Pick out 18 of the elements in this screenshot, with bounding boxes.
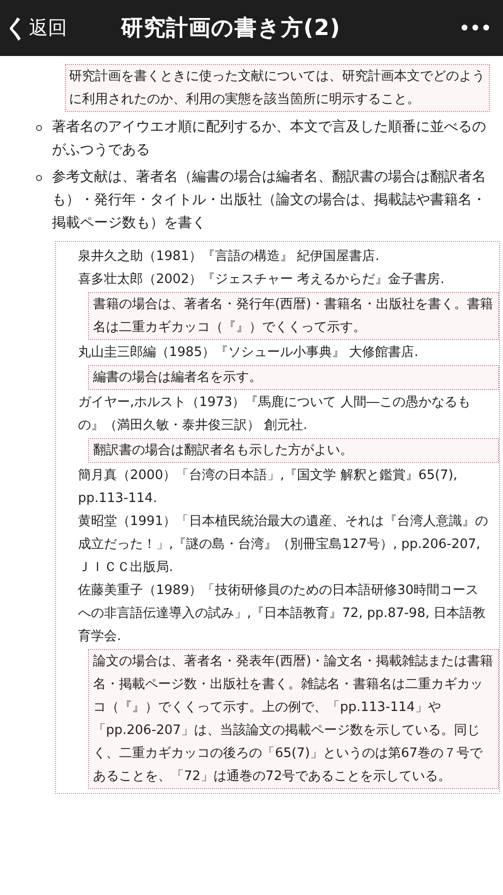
bullet-text: 著者名のアイウエオ順に配列するか、本文で言及した順番に並べるのがふつうである [52, 118, 487, 160]
note-box: 研究計画を書くときに使った文献については、研究計画本文でどのように利用されたのか、利用の実態を該当箇所に明示すること。 [65, 64, 490, 112]
note-box: 書籍の場合は、著者名・発行年(西暦)・書籍名・出版社を書く。書籍名は二重カギカッコ（『』）でくくって示す。 [88, 292, 499, 340]
reference-entry: 簡月真（2000）「台湾の日本語」,『国文学 解釈と鑑賞』65(7), pp.113-114. [77, 467, 458, 508]
page-title: 研究計画の書き方(2) [121, 16, 340, 40]
reference-entry: 泉井久之助（1981）『言語の構造』 紀伊国屋書店. [77, 248, 380, 266]
reference-entry: 佐藤美重子（1989）「技術研修員のための日本語研修30時間コースへの非言語伝達導入の試み」,『日本語教育』72, pp.87-98, 日本語教育学会. [77, 582, 487, 646]
reference-entry: ガイヤー,ホルスト（1973）『馬鹿について 人間―この愚かなるもの』（満田久敏・泰井俊三訳） 創元社. [77, 394, 472, 435]
reference-entry: 丸山圭三郎編（1985）『ソシュール小事典』 大修館書店. [77, 344, 420, 362]
note-box: 論文の場合は、著者名・発表年(西暦)・論文名・掲載雑誌または書籍名・掲載ページ数・出版社を書く。雑誌名・書籍名は二重カギカッコ（『』）でくくって示す。上の例で、「pp.113-114」や「pp.206-207」は、当該論文の掲載ページ数を示している。同じく、二重カギカッコの後ろの「65(7)」というのは第67巻の７号であることを、「72」は通巻の72号であることを示している。 [88, 649, 499, 789]
back-button[interactable]: く 返回 [4, 16, 67, 40]
note-box: 翻訳書の場合は翻訳者名も示した方がよい。 [88, 438, 499, 463]
bullet-text: 参考文献は、著者名（編書の場合は編者名、翻訳書の場合は翻訳者名も）・発行年・タイトル・出版社（論文の場合は、掲載誌や書籍名・掲載ページ数も）を書く [52, 168, 487, 233]
more-button[interactable]: ••• [458, 16, 491, 40]
reference-entry: 喜多壮太郎（2002）『ジェスチャー 考えるからだ』金子書房. [77, 271, 446, 289]
note-box: 編書の場合は編者名を示す。 [88, 365, 499, 390]
back-icon: く [4, 16, 29, 40]
reference-entry: 黄昭堂（1991）「日本植民統治最大の遺産、それは『台湾人意識』の成立だった！」,『謎の島・台湾』（別冊宝島127号）, pp.206-207, ＪＩＣＣ出版局. [77, 513, 490, 577]
